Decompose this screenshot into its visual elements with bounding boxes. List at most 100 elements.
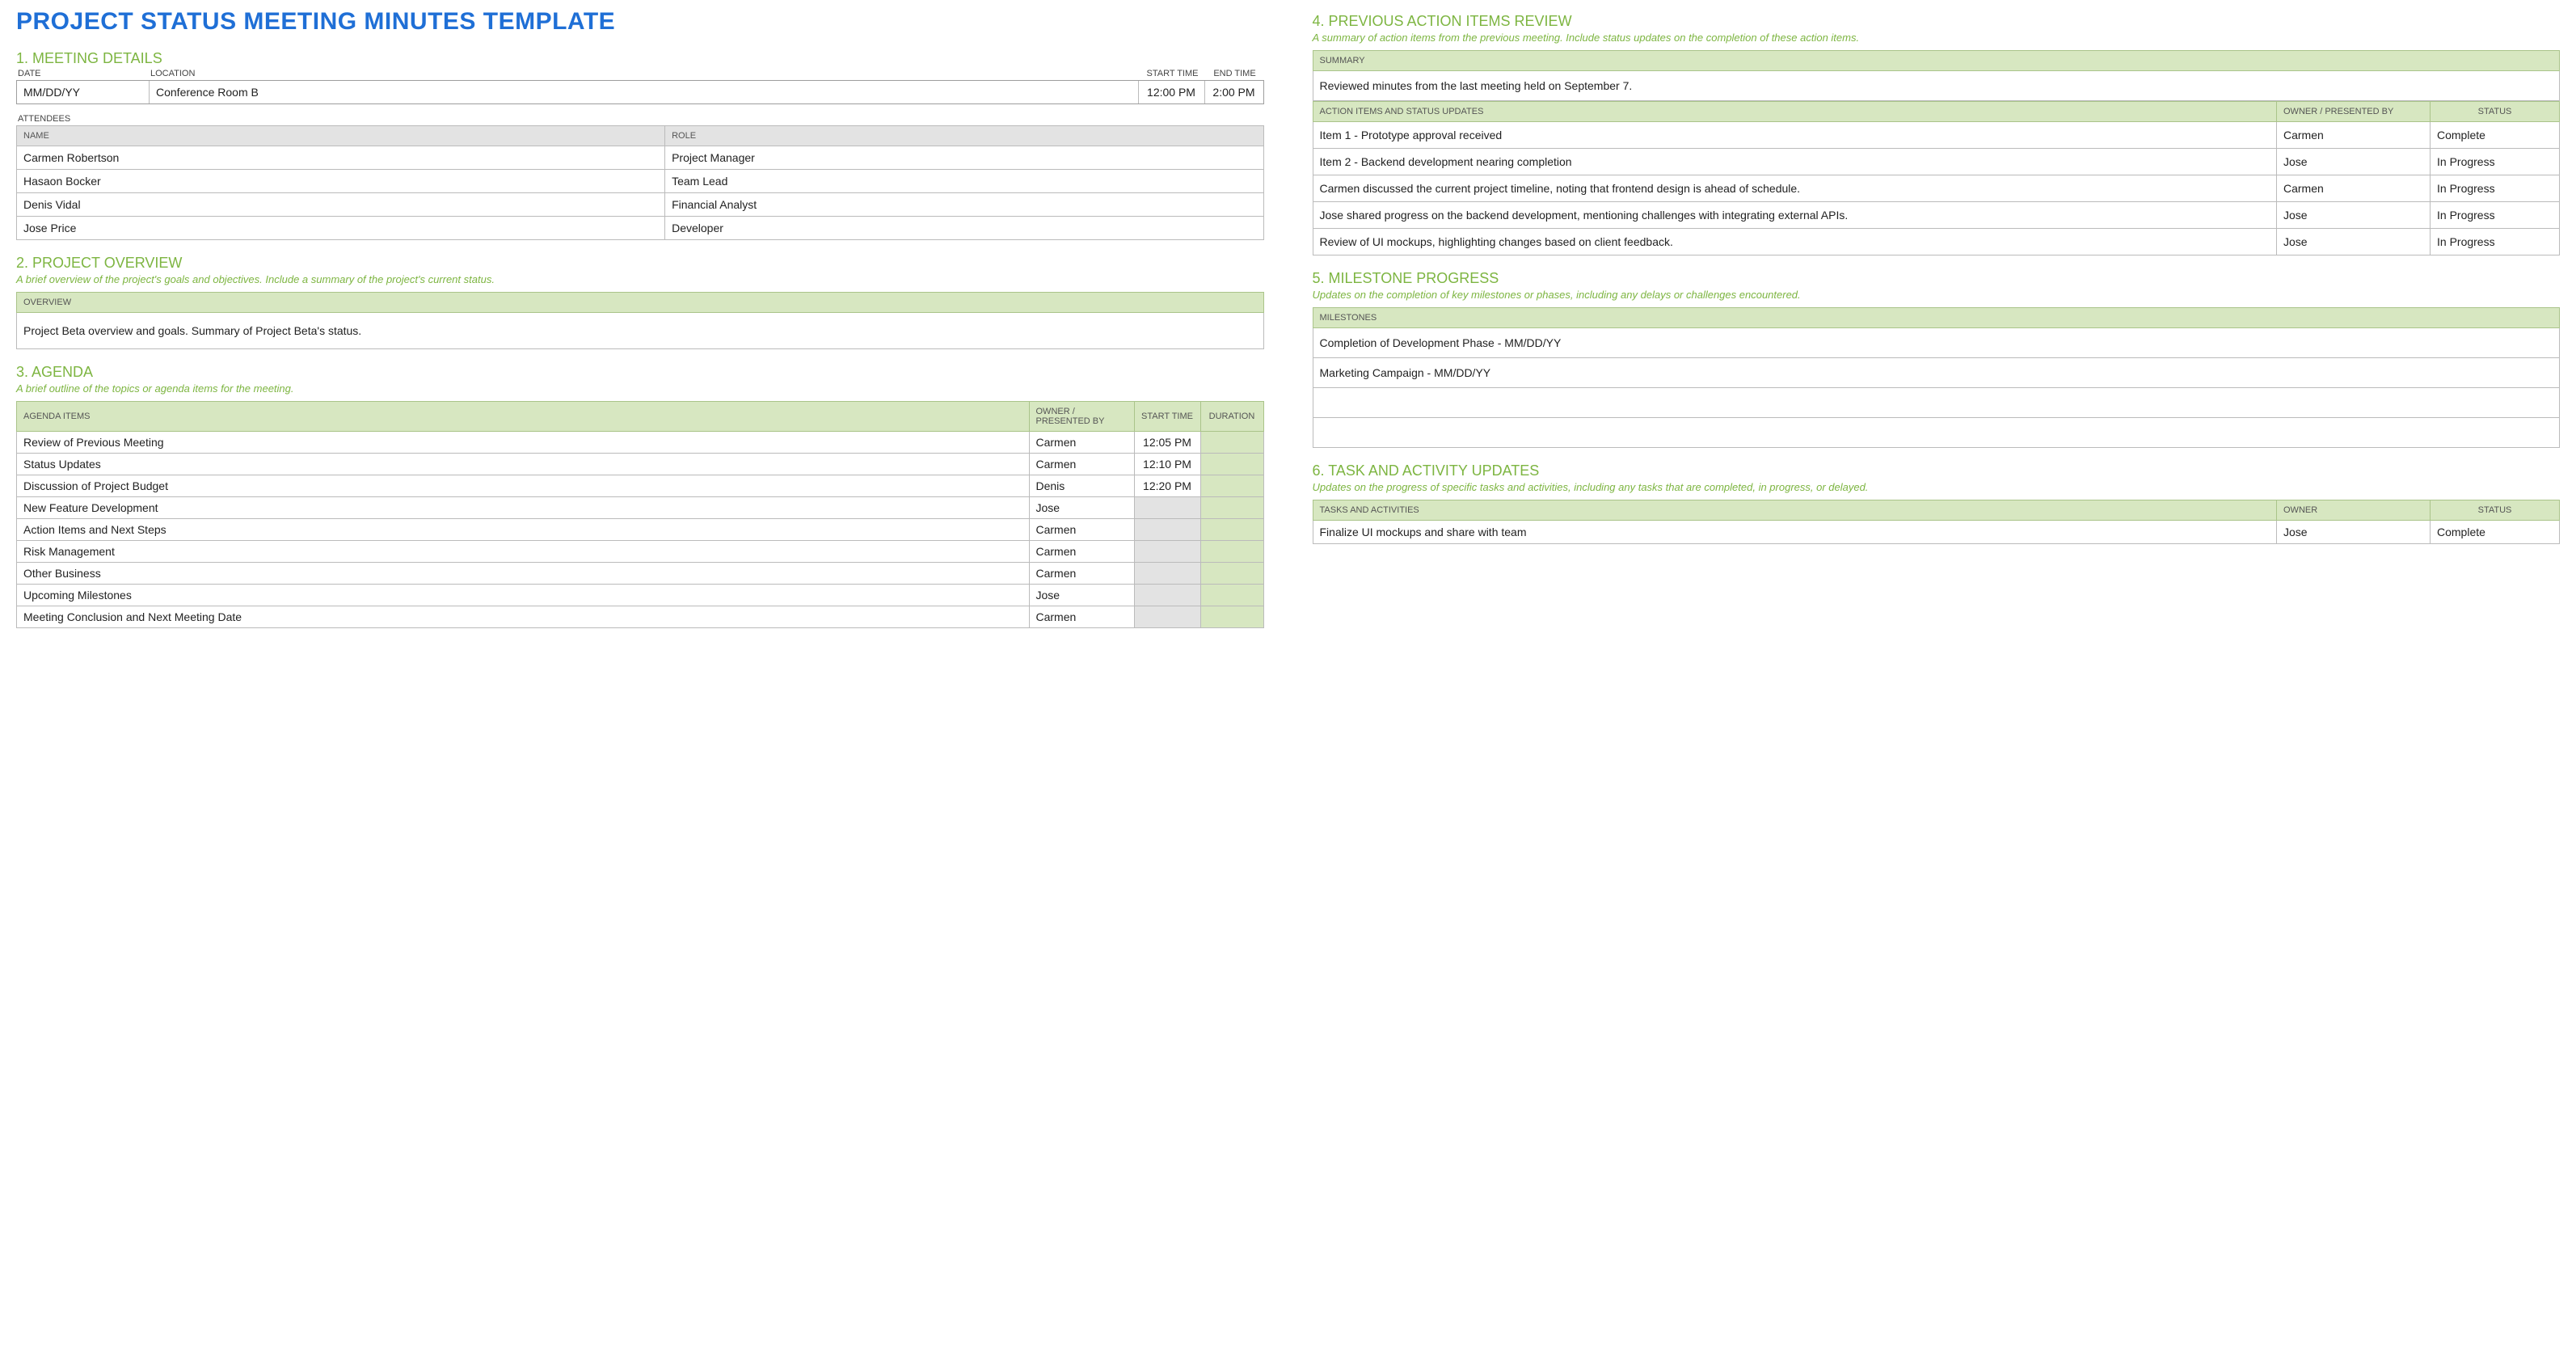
agenda-owner-header: OWNER / PRESENTED BY bbox=[1029, 401, 1134, 431]
section-1-heading: 1. MEETING DETAILS bbox=[16, 50, 1264, 67]
agenda-start bbox=[1134, 540, 1200, 562]
task-row: Finalize UI mockups and share with team … bbox=[1313, 520, 2560, 543]
section-5-desc: Updates on the completion of key milesto… bbox=[1313, 289, 2561, 302]
action-row: Item 2 - Backend development nearing com… bbox=[1313, 148, 2560, 175]
attendee-row: Hasaon BockerTeam Lead bbox=[17, 170, 1264, 193]
overview-header: OVERVIEW bbox=[16, 292, 1264, 313]
agenda-owner: Carmen bbox=[1029, 431, 1134, 453]
page-title: PROJECT STATUS MEETING MINUTES TEMPLATE bbox=[16, 8, 1264, 36]
section-6-heading: 6. TASK AND ACTIVITY UPDATES bbox=[1313, 462, 2561, 479]
agenda-item: Other Business bbox=[17, 562, 1030, 584]
label-location: LOCATION bbox=[150, 69, 1140, 78]
attendee-row: Jose PriceDeveloper bbox=[17, 217, 1264, 240]
section-4-desc: A summary of action items from the previ… bbox=[1313, 32, 2561, 45]
action-owner: Carmen bbox=[2277, 175, 2431, 201]
agenda-duration bbox=[1200, 475, 1263, 496]
action-row: Carmen discussed the current project tim… bbox=[1313, 175, 2560, 201]
agenda-start bbox=[1134, 518, 1200, 540]
agenda-item: Discussion of Project Budget bbox=[17, 475, 1030, 496]
tasks-item-header: TASKS AND ACTIVITIES bbox=[1313, 500, 2277, 520]
agenda-owner: Carmen bbox=[1029, 540, 1134, 562]
label-start: START TIME bbox=[1140, 69, 1206, 78]
action-row: Item 1 - Prototype approval received Car… bbox=[1313, 121, 2560, 148]
agenda-row: Status Updates Carmen 12:10 PM bbox=[17, 453, 1264, 475]
agenda-row: Upcoming Milestones Jose bbox=[17, 584, 1264, 606]
action-status: In Progress bbox=[2431, 201, 2560, 228]
agenda-owner: Carmen bbox=[1029, 562, 1134, 584]
agenda-duration bbox=[1200, 584, 1263, 606]
label-date: DATE bbox=[18, 69, 150, 78]
attendee-role: Developer bbox=[665, 217, 1263, 240]
tasks-owner-header: OWNER bbox=[2277, 500, 2431, 520]
section-4-heading: 4. PREVIOUS ACTION ITEMS REVIEW bbox=[1313, 13, 2561, 30]
meeting-start: 12:00 PM bbox=[1139, 81, 1205, 103]
action-items-table: ACTION ITEMS AND STATUS UPDATES OWNER / … bbox=[1313, 101, 2561, 255]
agenda-owner: Denis bbox=[1029, 475, 1134, 496]
agenda-row: Action Items and Next Steps Carmen bbox=[17, 518, 1264, 540]
agenda-item: Meeting Conclusion and Next Meeting Date bbox=[17, 606, 1030, 627]
agenda-item: Review of Previous Meeting bbox=[17, 431, 1030, 453]
attendee-role: Project Manager bbox=[665, 146, 1263, 170]
action-status: Complete bbox=[2431, 121, 2560, 148]
agenda-start: 12:10 PM bbox=[1134, 453, 1200, 475]
action-item: Jose shared progress on the backend deve… bbox=[1313, 201, 2277, 228]
milestone-row bbox=[1313, 417, 2560, 447]
agenda-dur-header: DURATION bbox=[1200, 401, 1263, 431]
action-owner: Jose bbox=[2277, 148, 2431, 175]
agenda-item: Action Items and Next Steps bbox=[17, 518, 1030, 540]
milestone-row bbox=[1313, 387, 2560, 417]
agenda-item-header: AGENDA ITEMS bbox=[17, 401, 1030, 431]
action-status: In Progress bbox=[2431, 175, 2560, 201]
milestones-table: MILESTONES Completion of Development Pha… bbox=[1313, 307, 2561, 448]
action-item: Review of UI mockups, highlighting chang… bbox=[1313, 228, 2277, 255]
agenda-duration bbox=[1200, 431, 1263, 453]
agenda-row: Risk Management Carmen bbox=[17, 540, 1264, 562]
section-3-desc: A brief outline of the topics or agenda … bbox=[16, 382, 1264, 396]
tasks-status-header: STATUS bbox=[2431, 500, 2560, 520]
action-owner: Jose bbox=[2277, 201, 2431, 228]
section-2-heading: 2. PROJECT OVERVIEW bbox=[16, 255, 1264, 272]
tasks-table: TASKS AND ACTIVITIES OWNER STATUS Finali… bbox=[1313, 500, 2561, 544]
action-item: Item 1 - Prototype approval received bbox=[1313, 121, 2277, 148]
meeting-location: Conference Room B bbox=[150, 81, 1139, 103]
meeting-details-row: MM/DD/YY Conference Room B 12:00 PM 2:00… bbox=[16, 80, 1264, 104]
section-3-heading: 3. AGENDA bbox=[16, 364, 1264, 381]
action-item-header: ACTION ITEMS AND STATUS UPDATES bbox=[1313, 101, 2277, 121]
agenda-duration bbox=[1200, 496, 1263, 518]
summary-header: SUMMARY bbox=[1313, 50, 2561, 71]
attendees-table: NAME ROLE Carmen RobertsonProject Manage… bbox=[16, 125, 1264, 240]
attendee-name: Jose Price bbox=[17, 217, 665, 240]
summary-body: Reviewed minutes from the last meeting h… bbox=[1313, 71, 2561, 101]
task-status: Complete bbox=[2431, 520, 2560, 543]
action-owner: Carmen bbox=[2277, 121, 2431, 148]
meeting-end: 2:00 PM bbox=[1205, 81, 1263, 103]
attendee-name: Hasaon Bocker bbox=[17, 170, 665, 193]
agenda-start-header: START TIME bbox=[1134, 401, 1200, 431]
action-status-header: STATUS bbox=[2431, 101, 2560, 121]
action-status: In Progress bbox=[2431, 148, 2560, 175]
agenda-table: AGENDA ITEMS OWNER / PRESENTED BY START … bbox=[16, 401, 1264, 628]
attendees-role-header: ROLE bbox=[665, 126, 1263, 146]
section-5-heading: 5. MILESTONE PROGRESS bbox=[1313, 270, 2561, 287]
agenda-item: Upcoming Milestones bbox=[17, 584, 1030, 606]
agenda-start bbox=[1134, 606, 1200, 627]
agenda-owner: Jose bbox=[1029, 496, 1134, 518]
section-2-desc: A brief overview of the project's goals … bbox=[16, 273, 1264, 287]
milestone-text: Marketing Campaign - MM/DD/YY bbox=[1313, 357, 2560, 387]
attendee-role: Financial Analyst bbox=[665, 193, 1263, 217]
action-item: Carmen discussed the current project tim… bbox=[1313, 175, 2277, 201]
attendee-name: Denis Vidal bbox=[17, 193, 665, 217]
milestone-row: Completion of Development Phase - MM/DD/… bbox=[1313, 327, 2560, 357]
agenda-start bbox=[1134, 496, 1200, 518]
agenda-start bbox=[1134, 562, 1200, 584]
milestone-text: Completion of Development Phase - MM/DD/… bbox=[1313, 327, 2560, 357]
action-item: Item 2 - Backend development nearing com… bbox=[1313, 148, 2277, 175]
agenda-start: 12:05 PM bbox=[1134, 431, 1200, 453]
agenda-owner: Carmen bbox=[1029, 606, 1134, 627]
agenda-duration bbox=[1200, 540, 1263, 562]
milestone-text bbox=[1313, 387, 2560, 417]
meeting-details-labels: DATE LOCATION START TIME END TIME bbox=[16, 69, 1264, 78]
section-6-desc: Updates on the progress of specific task… bbox=[1313, 481, 2561, 495]
agenda-owner: Carmen bbox=[1029, 518, 1134, 540]
agenda-item: Risk Management bbox=[17, 540, 1030, 562]
